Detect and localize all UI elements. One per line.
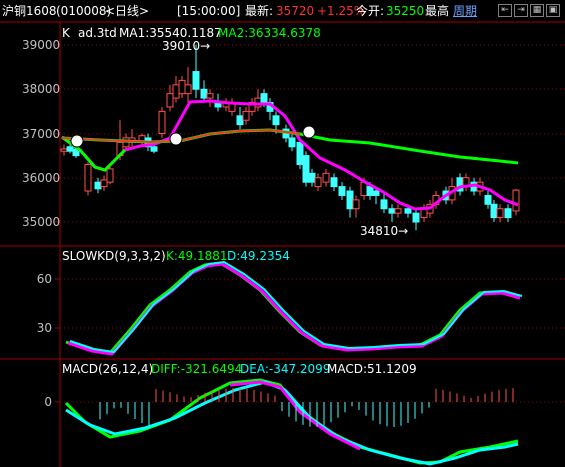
down-candle [388,208,396,214]
down-candle [66,146,74,152]
up-candle [496,208,504,219]
y-tick-37000: 37000 [22,127,61,141]
kd-d-line [69,260,523,354]
up-candle [322,172,330,183]
kd-tick-60: 60 [36,272,52,286]
up-candle [512,189,520,212]
down-candle [272,115,280,126]
up-candle [172,84,180,99]
macd-value-label: MACD:51.1209 [327,362,417,376]
up-candle [420,208,428,219]
kd-tick-30: 30 [36,321,52,335]
up-candle [242,110,250,121]
down-candle [504,208,512,219]
y-tick-38000: 38000 [22,82,61,96]
ma2-label: MA2:36334.6378 [218,26,321,40]
up-candle [184,84,192,95]
macd-diff-seg [229,380,361,451]
ma1-label: MA1:35540.1187 [119,26,222,40]
macd-dea-label: DEA:-347.2099 [240,362,331,376]
up-candle [314,177,322,188]
down-candle [150,146,158,152]
up-candle [352,199,360,210]
up-candle [394,208,402,214]
kline-chart[interactable] [0,0,565,467]
down-candle [346,190,354,210]
down-candle [302,155,310,183]
down-candle [236,115,244,126]
up-candle [106,168,114,183]
macd-panel-name: MACD(26,12,4) [62,362,154,376]
up-candle [84,163,92,192]
down-candle [308,172,316,183]
down-candle [490,203,498,219]
down-candle [94,181,102,190]
down-candle [192,71,200,90]
up-candle [166,93,174,108]
down-candle [338,186,346,196]
kd-k-line [67,262,521,356]
signal-marker-icon [70,134,84,148]
low-annotation: 34810→ [360,224,409,238]
down-candle [380,199,388,210]
kd-k-line-g [65,261,519,355]
y-tick-36000: 36000 [22,171,61,185]
down-candle [412,212,420,223]
down-candle [372,190,380,196]
high-annotation: 39010→ [162,39,211,53]
macd-diff-label: DIFF:-321.6494 [151,362,243,376]
up-candle [158,110,166,134]
up-candle [60,148,68,152]
kd-k-label: K:49.1881 [166,249,228,263]
up-candle [100,179,108,188]
macd-tick-0: 0 [44,395,52,409]
up-candle [206,93,214,99]
down-candle [404,208,412,214]
up-candle [178,79,186,95]
kd-d-label: D:49.2354 [227,249,290,263]
down-candle [200,88,208,99]
main-indicator-name: ad.3td [78,26,117,40]
y-tick-39000: 39000 [22,38,61,52]
signal-marker-icon [302,125,316,139]
main-panel-name: K [62,26,70,40]
down-candle [484,194,492,205]
y-tick-35000: 35000 [22,215,61,229]
signal-marker-icon [169,132,183,146]
down-candle [260,93,268,104]
down-candle [288,137,296,148]
kd-panel-name: SLOWKD(9,3,3,2) [62,249,166,263]
down-candle [366,186,374,196]
down-candle [296,141,304,165]
down-candle [330,177,338,188]
